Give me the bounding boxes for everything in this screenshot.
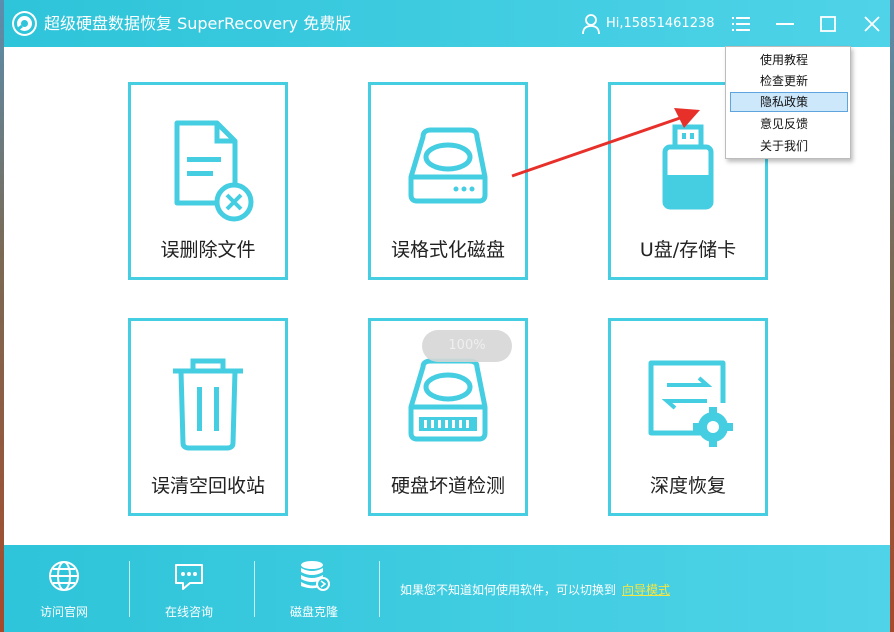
wizard-hint-text: 如果您不知道如何使用软件，可以切换到: [400, 583, 617, 597]
tile-deleted-files[interactable]: 误删除文件: [128, 82, 288, 280]
menu-item-about-us[interactable]: 关于我们: [730, 136, 848, 156]
wizard-hint: 如果您不知道如何使用软件，可以切换到 向导模式: [400, 581, 670, 598]
minimize-icon: [776, 23, 794, 25]
tile-deep-recovery[interactable]: 深度恢复: [608, 318, 768, 516]
footer-divider: [129, 561, 130, 617]
trash-bin-icon: [173, 358, 243, 451]
user-icon: [582, 14, 600, 35]
menu-item-feedback[interactable]: 意见反馈: [730, 114, 848, 134]
menu-button[interactable]: [729, 12, 753, 36]
minimize-button[interactable]: [773, 12, 797, 36]
progress-badge: 100%: [422, 330, 512, 362]
deep-recovery-icon: [648, 360, 733, 447]
tile-label: 误清空回收站: [150, 475, 265, 497]
online-chat-button[interactable]: 在线咨询: [134, 545, 244, 632]
footer-divider: [379, 561, 380, 617]
visit-website-button[interactable]: 访问官网: [9, 545, 119, 632]
tile-label: U盘/存储卡: [639, 239, 737, 261]
deleted-file-icon: [174, 120, 254, 222]
hard-drive-icon: [408, 127, 488, 204]
settings-dropdown-menu: 使用教程 检查更新 隐私政策 意见反馈 关于我们: [725, 46, 851, 159]
tile-formatted-disk[interactable]: 误格式化磁盘: [368, 82, 528, 280]
footer-label: 访问官网: [39, 605, 88, 619]
hamburger-list-icon: [732, 17, 750, 31]
menu-item-tutorial[interactable]: 使用教程: [730, 50, 848, 70]
tile-label: 误删除文件: [160, 239, 256, 261]
tile-label: 硬盘坏道检测: [390, 475, 505, 497]
chat-icon: [175, 564, 203, 590]
menu-item-privacy-policy[interactable]: 隐私政策: [730, 92, 848, 112]
maximize-icon: [820, 16, 836, 32]
footer-label: 在线咨询: [164, 605, 213, 619]
footer-label: 磁盘克隆: [289, 605, 338, 619]
close-icon: [864, 16, 880, 32]
app-window: 超级硬盘数据恢复 SuperRecovery 免费版 Hi,1585146123…: [4, 0, 890, 632]
tile-emptied-recycle-bin[interactable]: 误清空回收站: [128, 318, 288, 516]
menu-item-check-update[interactable]: 检查更新: [730, 71, 848, 91]
tile-label: 误格式化磁盘: [390, 239, 505, 261]
footer-bar: 访问官网 在线咨询 磁盘克隆 如果您不知道如何使用软件，可以切换到向导模式: [4, 545, 890, 632]
title-bar[interactable]: 超级硬盘数据恢复 SuperRecovery 免费版 Hi,1585146123…: [4, 0, 890, 47]
close-button[interactable]: [860, 12, 884, 36]
app-title: 超级硬盘数据恢复 SuperRecovery 免费版: [44, 14, 352, 33]
user-name: Hi,15851461238: [606, 16, 715, 31]
app-logo-icon: [12, 11, 37, 36]
maximize-button[interactable]: [816, 12, 840, 36]
disk-clone-button[interactable]: 磁盘克隆: [259, 545, 369, 632]
wizard-mode-link[interactable]: 向导模式: [622, 583, 670, 597]
tile-label: 深度恢复: [649, 475, 726, 497]
globe-icon: [49, 561, 79, 591]
disk-clone-icon: [301, 561, 330, 591]
footer-divider: [254, 561, 255, 617]
